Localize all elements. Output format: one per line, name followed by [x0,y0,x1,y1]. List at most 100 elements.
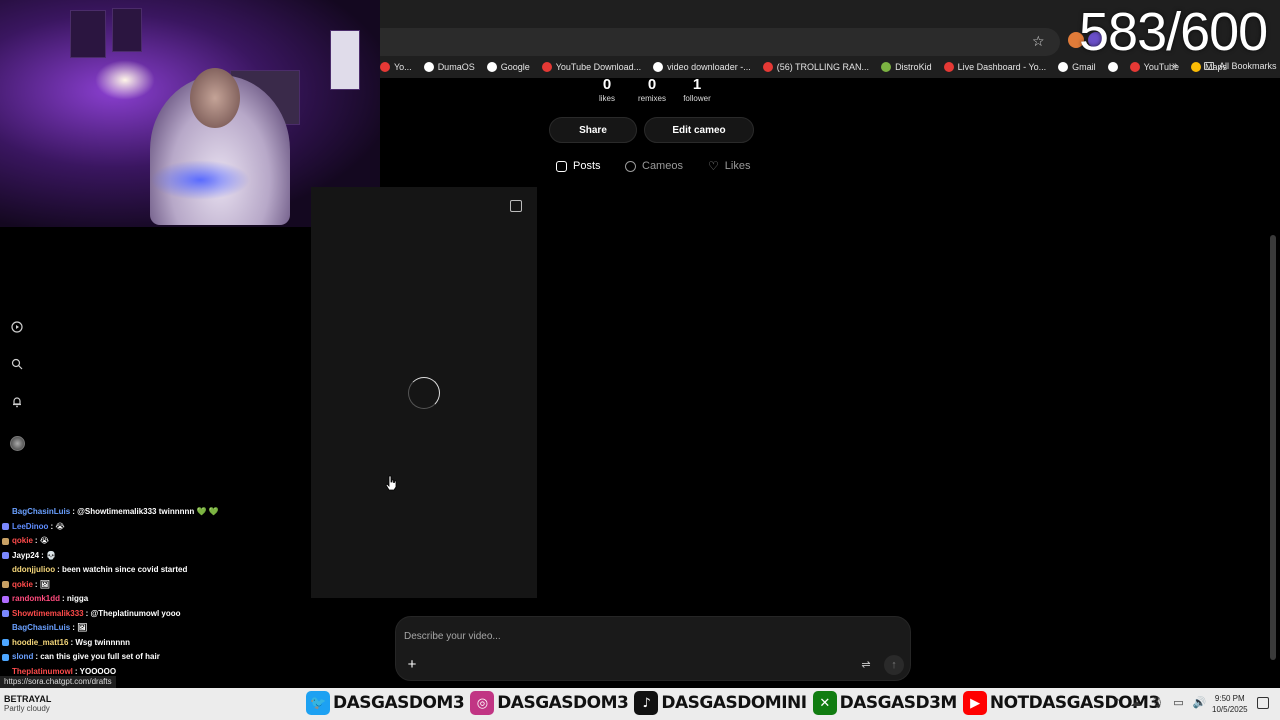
chat-text: : @Theplatinumowl yooo [85,608,181,618]
bookmark-favicon-icon [486,62,497,72]
chat-text: : 😭 [50,521,65,531]
tab-likes[interactable]: ♡ Likes [708,158,750,174]
chat-username[interactable]: ddonjjulioo [12,563,55,578]
chat-text: : @Showtimemalik333 twinnnnn 💚 💚 [72,507,219,516]
bookmarks-overflow-button[interactable]: » [1172,60,1178,71]
chat-username[interactable]: BagChasinLuis [12,505,70,520]
bookmark-item[interactable]: Live Dashboard - Yo... [943,62,1047,72]
hanging-shirt [330,30,360,90]
chat-badge-icon [2,581,9,589]
chat-message: Jayp24: 💀 [2,549,302,564]
clock-time: 9:50 PM [1214,694,1245,703]
bookmark-item[interactable]: YouTube Download... [541,62,641,72]
chat-badge-icon [2,668,9,675]
chat-username[interactable]: qokie [12,534,33,549]
bookmark-item[interactable]: Gmail [1058,62,1096,72]
tab-cameos[interactable]: Cameos [625,158,683,174]
settings-sliders-button[interactable]: ⇌ [859,658,873,672]
chat-username[interactable]: Jayp24 [12,549,39,564]
bookmark-item[interactable]: DumaOS [423,62,475,72]
stat-remixes-value: 0 [647,76,657,93]
tab-posts-label: Posts [573,160,601,172]
chat-username[interactable]: randomk1dd [12,592,60,607]
clock-date: 10/5/2025 [1212,705,1248,714]
lamp-glow [95,60,155,100]
bookmark-item[interactable]: video downloader -... [653,62,751,72]
social-handle: 🐦 DASGASDOM3 [306,691,465,715]
folder-icon [1204,62,1214,70]
all-bookmarks-label: All Bookmarks [1219,61,1277,71]
network-icon[interactable]: ▭ [1173,696,1183,709]
chat-username[interactable]: qokie [12,578,33,593]
tab-cameos-label: Cameos [642,160,683,172]
user-circle-icon [625,160,636,172]
bookmark-item[interactable]: Google [486,62,530,72]
social-handle-name: DASGASDOM3 [497,693,629,713]
tiktok-icon: ♪ [634,691,659,715]
bell-icon[interactable] [9,394,25,410]
clock[interactable]: 9:50 PM 10/5/2025 [1212,693,1248,715]
chat-text: : Wsg twinnnnn [70,637,131,647]
wall-poster [70,10,106,58]
bookmark-item[interactable]: Yo... [380,62,412,72]
bookmark-favicon-icon [1107,62,1118,72]
bookmark-label: Google [500,62,530,72]
weather-widget[interactable]: BETRAYAL Partly cloudy [4,694,51,713]
chat-text: : can this give you full set of hair [35,652,160,661]
stat-likes: 0 likes [592,76,622,104]
stream-chat: BagChasinLuis: @Showtimemalik333 twinnnn… [2,505,302,679]
send-button[interactable]: ↑ [884,655,904,675]
chat-username[interactable]: slond [12,650,33,665]
chat-text: : been watchin since covid started [57,565,188,574]
profile-avatar[interactable] [10,436,25,451]
chat-username[interactable]: LeeDinoo [12,520,48,535]
streamer-head [190,68,240,128]
volume-icon[interactable]: 🔊 [1193,696,1207,709]
chat-message: BagChasinLuis: 🖼 [2,621,302,636]
monitor-glow [150,160,250,200]
bookmark-star-icon[interactable]: ☆ [1032,33,1045,50]
stat-remixes-label: remixes [637,94,666,103]
microphone-icon[interactable]: 🎙 [1150,696,1164,709]
bookmark-item[interactable]: (56) TROLLING RAN... [762,62,869,72]
chat-text: : 😭 [34,536,50,545]
stat-followers-value: 1 [692,76,702,93]
chat-username[interactable]: Showtimemalik333 [12,607,84,622]
social-handle: ♪ DASGASDOMINI [634,691,807,715]
page-scrollbar[interactable] [1270,235,1276,660]
chat-message: qokie: 😭 [2,534,302,549]
bookmark-item[interactable]: DistroKid [881,62,932,72]
bookmark-label: Live Dashboard - Yo... [957,62,1047,72]
chat-badge-icon [2,595,9,603]
social-handle-name: DASGASDOM3 [333,693,465,713]
describe-video-input[interactable] [404,627,884,645]
add-attachment-button[interactable]: + [404,657,420,673]
chat-text: : 🖼 [34,579,50,589]
bookmark-favicon-icon [1129,62,1140,72]
chat-message: ddonjjulioo: been watchin since covid st… [2,563,302,578]
search-icon[interactable] [9,356,25,372]
play-circle-icon[interactable] [9,319,25,335]
chat-message: Showtimemalik333: @Theplatinumowl yooo [2,607,302,622]
chat-username[interactable]: hoodie_matt16 [12,636,68,651]
bookmark-item[interactable] [1107,62,1118,72]
tray-overflow-icon[interactable]: ⌃ [1112,696,1121,709]
bookmark-label: Yo... [394,62,412,72]
edit-cameo-button[interactable]: Edit cameo [644,117,754,143]
social-handle: ✕ DASGASD3M [812,691,957,715]
address-bar[interactable] [380,28,1060,56]
all-bookmarks-button[interactable]: All Bookmarks [1204,61,1277,71]
chat-text: : nigga [62,594,89,603]
bookmark-favicon-icon [762,62,773,72]
tab-posts[interactable]: Posts [556,158,601,174]
cloud-icon[interactable]: ☁ [1130,696,1141,709]
bookmark-favicon-icon [1058,62,1069,72]
share-button[interactable]: Share [549,117,637,143]
chat-message: BagChasinLuis: @Showtimemalik333 twinnnn… [2,505,302,520]
notifications-icon[interactable] [1257,697,1269,709]
heart-icon: ♡ [708,159,719,173]
chat-username[interactable]: BagChasinLuis [12,621,70,636]
chat-badge-icon [2,625,9,632]
weather-condition: Partly cloudy [4,704,50,713]
chat-badge-icon [2,653,9,661]
